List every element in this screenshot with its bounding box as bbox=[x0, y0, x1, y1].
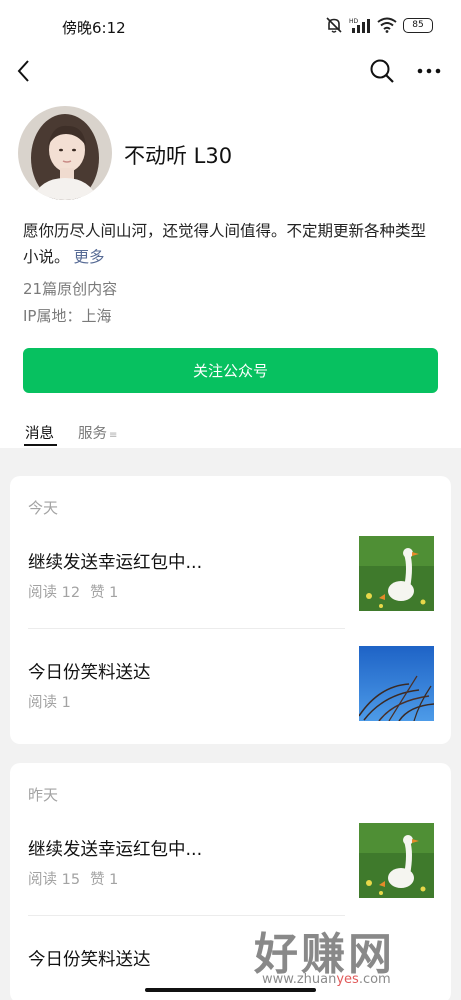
tab-services[interactable]: 服务 ≡ bbox=[78, 422, 117, 443]
account-name: 不动听 L30 bbox=[124, 144, 233, 168]
follow-button[interactable]: 关注公众号 bbox=[23, 348, 438, 393]
watermark-url: www.zhuanyes.com bbox=[262, 972, 391, 987]
search-icon[interactable] bbox=[368, 57, 396, 85]
read-count: 阅读 12 bbox=[28, 585, 81, 601]
article-divider bbox=[28, 628, 345, 629]
read-count: 阅读 1 bbox=[28, 695, 71, 711]
tab-messages[interactable]: 消息 bbox=[25, 422, 54, 443]
like-count: 赞 1 bbox=[90, 585, 119, 601]
more-options-icon[interactable] bbox=[414, 57, 444, 85]
profile-header: 傍晚6:12 HD 85 不动听 L30 愿你历尽人间山河，还觉得人间值得。不定… bbox=[0, 0, 461, 448]
article-divider bbox=[28, 915, 345, 916]
status-icons: HD 85 bbox=[325, 16, 433, 34]
article-stats: 阅读 1 bbox=[28, 691, 71, 712]
original-content-count[interactable]: 21篇原创内容 bbox=[23, 278, 117, 299]
status-time: 傍晚6:12 bbox=[62, 19, 126, 37]
article-title[interactable]: 继续发送幸运红包中... bbox=[28, 549, 202, 574]
article-thumbnail[interactable] bbox=[359, 646, 434, 721]
signal-icon: HD bbox=[349, 18, 370, 33]
tab-services-label: 服务 bbox=[78, 426, 107, 442]
article-stats: 阅读 15 赞 1 bbox=[28, 868, 118, 889]
feed-date: 今天 bbox=[28, 499, 59, 517]
mute-bell-icon bbox=[326, 17, 342, 33]
account-description: 愿你历尽人间山河，还觉得人间值得。不定期更新各种类型小说。 更多 bbox=[23, 218, 441, 270]
status-bar: 傍晚6:12 HD 85 bbox=[0, 0, 461, 52]
like-count: 赞 1 bbox=[90, 872, 119, 888]
svg-text:HD: HD bbox=[349, 18, 359, 25]
article-title[interactable]: 继续发送幸运红包中... bbox=[28, 836, 202, 861]
article-title[interactable]: 今日份笑料送达 bbox=[28, 659, 151, 684]
battery-indicator: 85 bbox=[403, 17, 433, 33]
article-title[interactable]: 今日份笑料送达 bbox=[28, 946, 151, 971]
read-count: 阅读 15 bbox=[28, 872, 81, 888]
back-arrow-icon[interactable] bbox=[10, 56, 40, 86]
ip-location: IP属地：上海 bbox=[23, 307, 112, 325]
watermark-url-prefix: www.zhuan bbox=[262, 972, 337, 987]
tab-active-indicator bbox=[24, 444, 57, 446]
article-stats: 阅读 12 赞 1 bbox=[28, 581, 118, 602]
wifi-icon bbox=[377, 17, 397, 33]
article-thumbnail[interactable] bbox=[359, 536, 434, 611]
menu-icon: ≡ bbox=[109, 430, 118, 441]
description-more-link[interactable]: 更多 bbox=[74, 248, 105, 266]
watermark-url-suffix: .com bbox=[358, 972, 391, 987]
article-thumbnail[interactable] bbox=[359, 823, 434, 898]
watermark: 好赚网 www.zhuanyes.com bbox=[248, 918, 448, 988]
watermark-url-accent: yes bbox=[336, 972, 359, 987]
home-indicator[interactable] bbox=[145, 988, 316, 992]
feed-card-today: 今天 继续发送幸运红包中... 阅读 12 赞 1 今日份笑料送达 阅读 1 bbox=[10, 476, 451, 744]
feed-date: 昨天 bbox=[28, 786, 59, 804]
account-avatar[interactable] bbox=[18, 106, 112, 200]
